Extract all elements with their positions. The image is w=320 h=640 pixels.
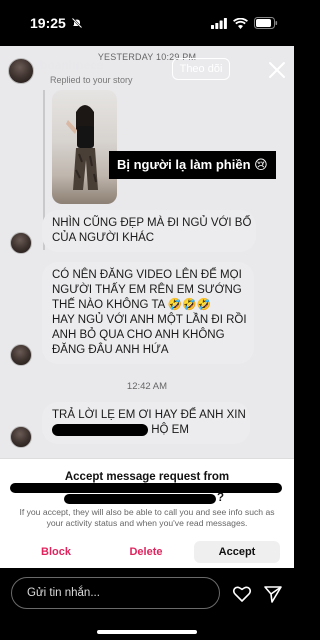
- person-photo: [66, 105, 98, 190]
- send-icon[interactable]: [263, 584, 283, 604]
- heart-icon[interactable]: [232, 584, 252, 604]
- wifi-icon: [233, 17, 248, 29]
- redaction-mark: [64, 494, 216, 504]
- replied-to-story-label: Replied to your story: [50, 75, 133, 85]
- battery-icon: [254, 17, 278, 29]
- time-divider: 12:42 AM: [126, 381, 168, 392]
- request-title-end: ?: [217, 492, 225, 504]
- request-info-text: If you accept, they will also be able to…: [19, 507, 275, 528]
- mute-bell-icon: [71, 17, 83, 29]
- request-title: Accept message request from: [64, 471, 230, 483]
- message-text: THẾ NÀO KHÔNG TA 🤣🤣🤣: [52, 299, 211, 311]
- sender-avatar[interactable]: [10, 426, 32, 448]
- block-button[interactable]: Block: [26, 541, 86, 563]
- story-thumbnail[interactable]: [52, 90, 117, 204]
- message-request-panel: Accept message request from ? If you acc…: [0, 458, 294, 568]
- message-text: NHÌN CŨNG ĐẸP MÀ ĐI NGỦ VỚI BỐ: [52, 217, 252, 229]
- message-bubble[interactable]: CÓ NÊN ĐĂNG VIDEO LÊN ĐỂ MỌI NGƯỜI THẤY …: [42, 262, 254, 364]
- message-text: TRẢ LỜI LẸ EM ƠI HAY ĐỂ ANH XIN: [52, 409, 246, 421]
- status-time: 19:25: [30, 15, 83, 31]
- message-text: ANH BỎ QUA CHO ANH KHÔNG: [52, 329, 225, 341]
- sender-avatar[interactable]: [8, 58, 34, 84]
- delete-button[interactable]: Delete: [116, 541, 176, 563]
- message-text: HAY NGỦ VỚI ANH MỘT LẦN ĐI RỒI: [52, 314, 247, 326]
- sender-avatar[interactable]: [10, 344, 32, 366]
- story-header: boanhneee Replied to your story Theo dõi: [0, 46, 294, 90]
- message-text: ĐĂNG ĐÂU ANH HỨA: [52, 344, 169, 356]
- message-text-partial: HỘ EM: [52, 423, 240, 438]
- composer-bar: Gửi tin nhắn...: [0, 568, 294, 640]
- message-text-tail: HỘ EM: [151, 424, 189, 436]
- message-input[interactable]: Gửi tin nhắn...: [11, 577, 220, 609]
- status-bar: 19:25: [0, 0, 294, 46]
- accept-button[interactable]: Accept: [194, 541, 280, 563]
- message-bubble[interactable]: NHÌN CŨNG ĐẸP MÀ ĐI NGỦ VỚI BỐ CỦA NGƯỜI…: [42, 210, 256, 252]
- message-text: NGƯỜI THẤY EM RÊN EM SƯỚNG: [52, 284, 242, 296]
- redaction-mark: [10, 483, 282, 493]
- sender-username[interactable]: boanhneee: [40, 58, 103, 72]
- sender-avatar[interactable]: [10, 232, 32, 254]
- signal-icon: [211, 17, 227, 29]
- message-text: CÓ NÊN ĐĂNG VIDEO LÊN ĐỂ MỌI: [52, 269, 242, 281]
- follow-button[interactable]: Theo dõi: [172, 58, 230, 80]
- message-text: CỦA NGƯỜI KHÁC: [52, 232, 155, 244]
- time-text: 19:25: [30, 15, 66, 31]
- close-icon[interactable]: [268, 61, 286, 79]
- story-sticker-text: Bị người lạ làm phiền 😢: [109, 151, 276, 179]
- message-bubble[interactable]: TRẢ LỜI LẸ EM ƠI HAY ĐỂ ANH XIN HỘ EM: [42, 402, 250, 444]
- redaction-mark: [52, 423, 148, 436]
- home-indicator: [97, 630, 197, 634]
